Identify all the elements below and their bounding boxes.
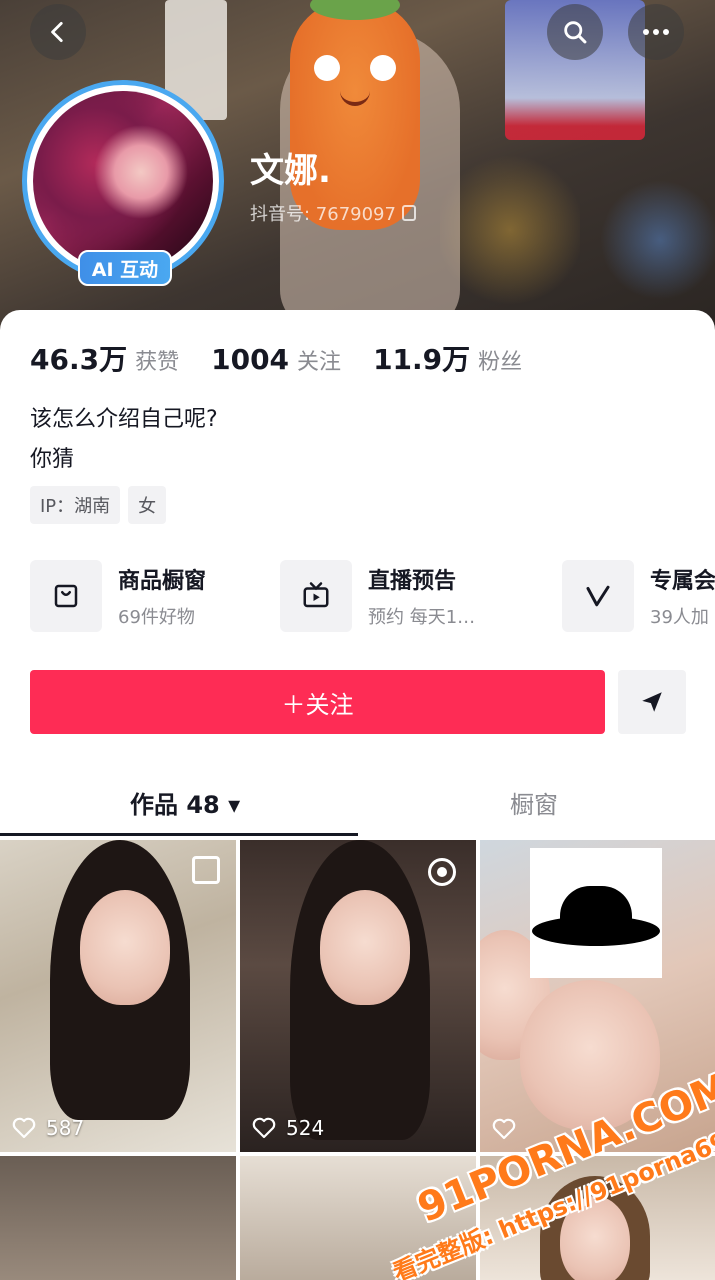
followers-label: 粉丝 (478, 350, 523, 375)
hat-sticker (530, 848, 662, 978)
bio-line: 该怎么介绍自己呢? (30, 407, 218, 432)
heart-icon (12, 1117, 36, 1139)
follow-button[interactable]: ＋关注 (30, 670, 605, 734)
stats-row: 46.3万 获赞 1004 关注 11.9万 粉丝 (30, 338, 546, 378)
gender-tag: 女 (128, 486, 167, 524)
douyin-id-text: 抖音号: 7679097 (250, 204, 396, 225)
following-label: 关注 (297, 350, 342, 375)
like-count-value: 587 (46, 1116, 85, 1140)
search-icon (564, 21, 587, 44)
username: 文娜. (250, 151, 331, 191)
banner-light (440, 150, 580, 310)
service-subtitle: 预约 每天1… (368, 607, 476, 628)
like-count: 524 (252, 1116, 324, 1140)
following-count[interactable]: 1004 (211, 343, 289, 376)
back-button[interactable] (30, 4, 86, 60)
service-subtitle: 39人加 (650, 607, 709, 628)
video-thumbnail[interactable] (480, 1156, 715, 1280)
more-icon (643, 29, 669, 35)
like-count: 587 (12, 1116, 84, 1140)
ip-location-tag: IP：湖南 (30, 486, 121, 524)
video-thumbnail[interactable]: 587 (0, 840, 236, 1152)
banner-light (600, 180, 715, 300)
service-title: 商品橱窗 (118, 569, 207, 594)
service-entries: 商品橱窗 69件好物 直播预告 预约 每天1… 专属会 39人加 (30, 560, 715, 632)
copy-icon[interactable] (401, 205, 416, 221)
more-button[interactable] (628, 4, 684, 60)
live-photo-icon (428, 858, 456, 886)
douyin-id[interactable]: 抖音号: 7679097 (250, 200, 416, 226)
search-button[interactable] (547, 4, 603, 60)
profile-card: 46.3万 获赞 1004 关注 11.9万 粉丝 该怎么介绍自己呢? 你猜 I… (0, 310, 715, 840)
service-membership[interactable]: 专属会 39人加 (562, 560, 715, 632)
video-thumbnail[interactable] (240, 1156, 476, 1280)
back-icon (51, 21, 63, 43)
share-button[interactable] (618, 670, 686, 734)
v-icon (562, 560, 634, 632)
shopping-bag-icon (30, 560, 102, 632)
like-count (492, 1118, 526, 1140)
heart-icon (252, 1117, 276, 1139)
service-subtitle: 69件好物 (118, 607, 195, 628)
video-thumbnail[interactable] (0, 1156, 236, 1280)
content-tabs: 作品 48 ▾ 橱窗 (0, 765, 715, 836)
service-showcase[interactable]: 商品橱窗 69件好物 (30, 560, 206, 632)
paper-plane-icon (642, 692, 662, 712)
avatar-image (33, 91, 213, 271)
video-grid: 587 524 (0, 840, 715, 1280)
like-count-value: 524 (286, 1116, 325, 1140)
service-title: 专属会 (650, 569, 715, 594)
active-tab-indicator (0, 833, 358, 836)
heart-icon (492, 1118, 516, 1140)
carrot-plush-image (290, 0, 420, 230)
bio: 该怎么介绍自己呢? 你猜 (30, 400, 218, 480)
likes-count[interactable]: 46.3万 (30, 338, 127, 378)
service-title: 直播预告 (368, 569, 457, 594)
video-thumbnail[interactable] (480, 840, 715, 1152)
video-thumbnail[interactable]: 524 (240, 840, 476, 1152)
tab-works[interactable]: 作品 48 ▾ (130, 785, 240, 820)
likes-label: 获赞 (135, 350, 180, 375)
bio-line: 你猜 (30, 447, 75, 472)
service-live-preview[interactable]: 直播预告 预约 每天1… (280, 560, 475, 632)
profile-tags: IP：湖南 女 (30, 486, 167, 524)
followers-count[interactable]: 11.9万 (373, 338, 470, 378)
tv-icon (280, 560, 352, 632)
ai-interaction-badge[interactable]: AI 互动 (78, 250, 172, 286)
tab-showcase[interactable]: 橱窗 (510, 785, 558, 820)
multi-image-icon (192, 856, 220, 884)
